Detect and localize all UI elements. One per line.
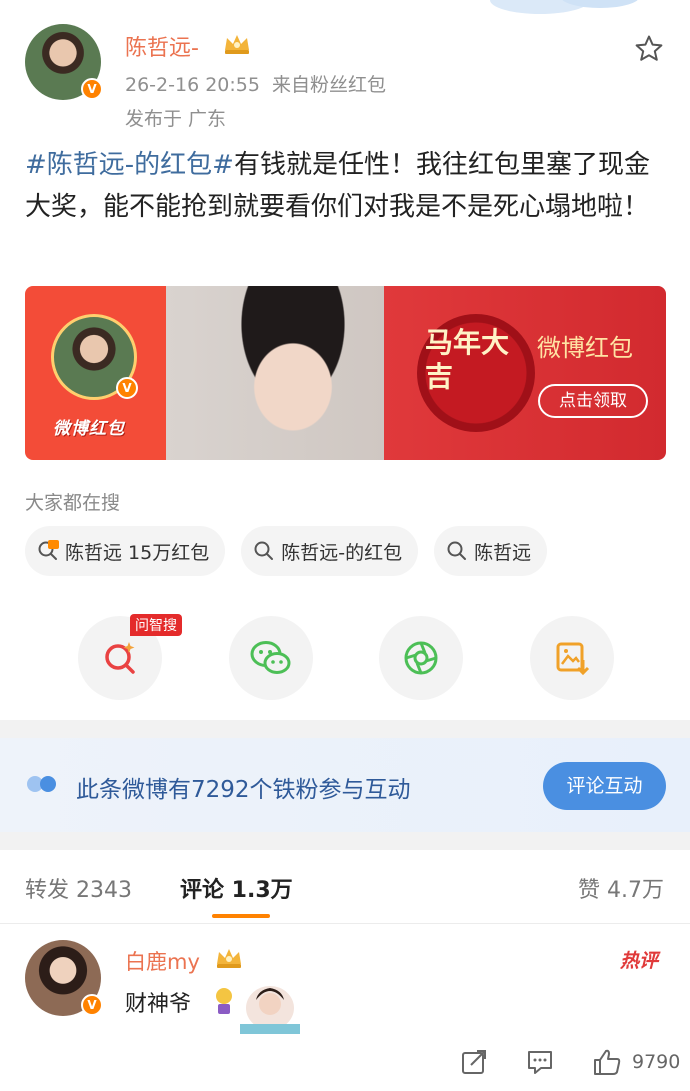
section-divider <box>0 832 690 850</box>
fan-interaction-text: 此条微博有7292个铁粉参与互动 <box>76 777 411 803</box>
comment-text: 财神爷 <box>125 992 192 1017</box>
favorite-star-icon[interactable] <box>634 34 664 64</box>
share-wechat-button[interactable] <box>228 616 313 700</box>
post-time: 26-2-16 20:55 <box>125 74 260 96</box>
banner-avatar: V <box>51 314 138 400</box>
search-chip[interactable]: 陈哲远-的红包 <box>241 526 419 576</box>
fan-interaction-banner: 此条微博有7292个铁粉参与互动 评论互动 <box>0 738 690 832</box>
commenter-name[interactable]: 白鹿my <box>125 946 200 976</box>
verified-badge-icon: V <box>81 78 103 100</box>
active-tab-indicator <box>212 914 270 918</box>
thumbs-up-icon[interactable] <box>592 1048 622 1076</box>
fan-dots-icon <box>27 776 56 792</box>
hot-comment-badge: 热评 <box>620 950 659 972</box>
tab-repost[interactable]: 转发 2343 <box>25 872 132 904</box>
author-avatar[interactable]: V <box>25 24 103 100</box>
claim-button[interactable]: 点击领取 <box>538 384 648 418</box>
crown-icon <box>225 35 249 54</box>
search-icon <box>447 541 467 560</box>
banner-logo-text: 微博红包 <box>53 419 125 439</box>
tab-comment[interactable]: 评论 1.3万 <box>180 872 293 904</box>
section-divider <box>0 720 690 738</box>
search-chip[interactable]: 陈哲远 15万红包 <box>25 526 226 576</box>
post-location: 发布于 广东 <box>125 108 227 130</box>
comment-like-count: 9790 <box>632 1051 681 1073</box>
save-image-button[interactable] <box>529 616 614 700</box>
author-name[interactable]: 陈哲远- <box>125 30 199 62</box>
hot-search-chips: 陈哲远 15万红包 陈哲远-的红包 陈哲远 <box>25 526 548 576</box>
comment-icon[interactable] <box>526 1048 554 1076</box>
tab-like[interactable]: 赞 4.7万 <box>578 872 664 904</box>
hot-search-icon <box>38 540 59 560</box>
ai-search-icon <box>105 642 135 674</box>
comment-interact-button[interactable]: 评论互动 <box>543 762 666 810</box>
interaction-tabs: 转发 2343 评论 1.3万 赞 4.7万 <box>0 850 690 924</box>
share-moments-button[interactable] <box>379 616 464 700</box>
verified-badge-icon: V <box>116 377 138 399</box>
hot-search-label: 大家都在搜 <box>25 492 121 514</box>
comment-actions: 9790 <box>460 1048 680 1076</box>
crown-icon <box>217 949 241 968</box>
cloud-decoration-icon <box>490 0 638 14</box>
share-row: 问智搜 <box>78 614 614 700</box>
horse-year-text: 马年大吉 <box>425 326 510 393</box>
post-meta: 26-2-16 20:55 来自粉丝红包 <box>125 70 386 97</box>
sticker-image <box>216 986 300 1034</box>
banner-title: 微博红包 <box>537 334 633 362</box>
ai-search-button[interactable]: 问智搜 <box>78 614 182 700</box>
save-image-icon <box>556 642 590 676</box>
search-chip[interactable]: 陈哲远 <box>434 526 548 576</box>
search-icon <box>254 541 274 560</box>
ai-search-tag: 问智搜 <box>130 614 182 636</box>
wechat-icon <box>250 641 291 674</box>
commenter-avatar[interactable]: V <box>25 940 103 1016</box>
post-source: 来自粉丝红包 <box>271 74 386 96</box>
celebrity-photo <box>203 286 383 460</box>
search-chip-label: 陈哲远 15万红包 <box>65 541 210 564</box>
post-content: #陈哲远-的红包#有钱就是任性！我往红包里塞了现金大奖，能不能抢到就要看你们对我… <box>25 144 670 228</box>
verified-badge-icon: V <box>81 994 103 1016</box>
share-icon[interactable] <box>460 1048 488 1076</box>
search-chip-label: 陈哲远 <box>474 541 532 564</box>
moments-icon <box>404 641 438 675</box>
red-packet-banner[interactable]: V 微博红包 马年大吉 微博红包 点击领取 <box>25 286 666 460</box>
hashtag-link[interactable]: #陈哲远-的红包# <box>25 150 234 180</box>
search-chip-label: 陈哲远-的红包 <box>281 541 403 564</box>
